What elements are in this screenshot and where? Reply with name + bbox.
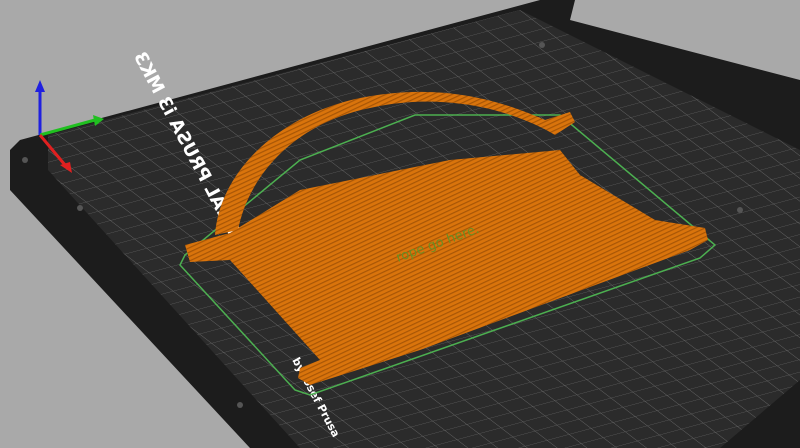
3d-viewport[interactable]: ORIGINAL PRUSA i3 MK3 by Josef Prusa rop… [0, 0, 800, 448]
